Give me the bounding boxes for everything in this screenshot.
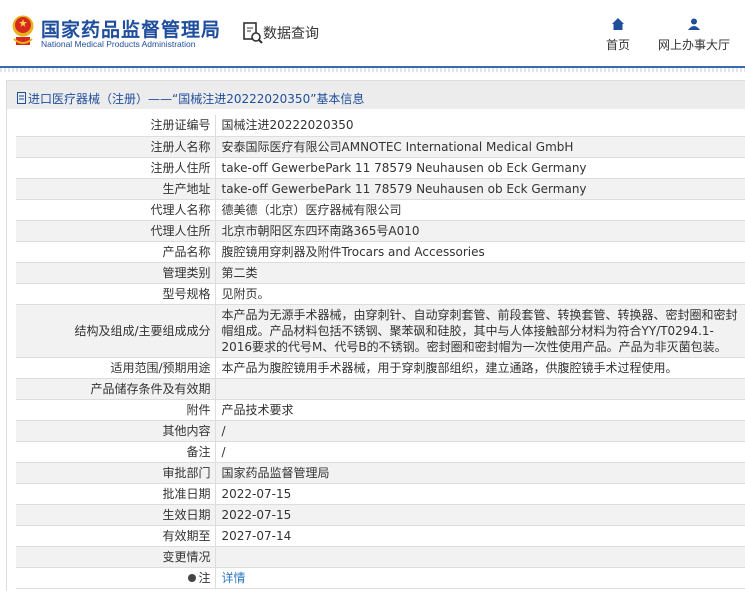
row-label: 注册证编号 <box>16 115 216 137</box>
row-label: 管理类别 <box>16 262 216 284</box>
row-label: 批准日期 <box>16 483 216 505</box>
row-value: 本产品为腹腔镜用手术器械，用于穿刺腹部组织，建立通路，供腹腔镜手术过程使用。 <box>215 357 745 379</box>
row-label: 有效期至 <box>16 525 216 547</box>
nav-home[interactable]: 首页 <box>606 18 630 53</box>
row-value: 安泰国际医疗有限公司AMNOTEC International Medical … <box>215 136 745 158</box>
table-row: 变更情况 <box>16 546 745 568</box>
table-row: 审批部门 国家药品监督管理局 <box>16 462 745 484</box>
row-value: 腹腔镜用穿刺器及附件Trocars and Accessories <box>215 241 745 263</box>
table-row: 附件 产品技术要求 <box>16 399 745 421</box>
row-value: take-off GewerbePark 11 78579 Neuhausen … <box>215 157 745 179</box>
home-icon <box>612 18 624 30</box>
row-value: 详情 <box>215 567 745 589</box>
table-row: 型号规格 见附页。 <box>16 283 745 305</box>
table-row: 代理人名称 德美德（北京）医疗器械有限公司 <box>16 199 745 221</box>
table-row: 注册人住所 take-off GewerbePark 11 78579 Neuha… <box>16 157 745 179</box>
row-label: 适用范围/预期用途 <box>16 357 216 379</box>
row-value: 第二类 <box>215 262 745 284</box>
table-row: 适用范围/预期用途 本产品为腹腔镜用手术器械，用于穿刺腹部组织，建立通路，供腹腔镜… <box>16 357 745 379</box>
site-header: 国家药品监督管理局 National Medical Products Admi… <box>0 0 745 72</box>
row-label: 产品名称 <box>16 241 216 263</box>
table-row: 代理人住所 北京市朝阳区东四环南路365号A010 <box>16 220 745 242</box>
user-icon <box>688 18 700 30</box>
row-label: 型号规格 <box>16 283 216 305</box>
logo-title: 国家药品监督管理局 <box>41 19 222 41</box>
page-title-text: 进口医疗器械（注册）——“国械注进20222020350”基本信息 <box>28 91 365 106</box>
table-row: 产品名称 腹腔镜用穿刺器及附件Trocars and Accessories <box>16 241 745 263</box>
table-row: 产品储存条件及有效期 <box>16 378 745 400</box>
row-label: 代理人名称 <box>16 199 216 221</box>
pin-icon <box>188 573 197 582</box>
row-value: 2022-07-15 <box>215 483 745 505</box>
row-label: 结构及组成/主要组成成分 <box>16 304 216 358</box>
table-row: 生效日期 2022-07-15 <box>16 504 745 526</box>
logo-subtitle: National Medical Products Administration <box>41 39 196 49</box>
row-label: 附件 <box>16 399 216 421</box>
table-row: 结构及组成/主要组成成分 本产品为无源手术器械，由穿刺针、自动穿刺套管、前段套管、… <box>16 304 745 358</box>
national-emblem-icon <box>12 15 34 45</box>
table-row-note: 注详情 <box>16 567 745 589</box>
table-row: 注册证编号 国械注进20222020350 <box>16 115 745 137</box>
details-link[interactable]: 详情 <box>222 571 246 585</box>
row-value: 本产品为无源手术器械，由穿刺针、自动穿刺套管、前段套管、转换套管、转换器、密封圈… <box>215 304 745 358</box>
row-label: 其他内容 <box>16 420 216 442</box>
row-value: 国家药品监督管理局 <box>215 462 745 484</box>
row-value: / <box>215 441 745 463</box>
row-label: 生产地址 <box>16 178 216 200</box>
nav-online-service-label: 网上办事大厅 <box>658 38 731 52</box>
row-value: 德美德（北京）医疗器械有限公司 <box>215 199 745 221</box>
row-label: 生效日期 <box>16 504 216 526</box>
row-value <box>215 378 745 400</box>
data-query-link[interactable]: 数据查询 <box>243 22 319 44</box>
row-value: take-off GewerbePark 11 78579 Neuhausen … <box>215 178 745 200</box>
table-row: 注册人名称 安泰国际医疗有限公司AMNOTEC International Med… <box>16 136 745 158</box>
row-label: 产品储存条件及有效期 <box>16 378 216 400</box>
detail-panel: 进口医疗器械（注册）——“国械注进20222020350”基本信息 注册证编号国… <box>6 80 745 591</box>
row-label: 变更情况 <box>16 546 216 568</box>
table-row: 管理类别 第二类 <box>16 262 745 284</box>
row-label: 注册人名称 <box>16 136 216 158</box>
row-value <box>215 546 745 568</box>
table-row: 备注 / <box>16 441 745 463</box>
search-document-icon <box>243 22 263 44</box>
row-value: / <box>215 420 745 442</box>
table-row: 有效期至 2027-07-14 <box>16 525 745 547</box>
document-icon <box>17 92 26 104</box>
row-value: 2027-07-14 <box>215 525 745 547</box>
data-query-label: 数据查询 <box>263 26 319 42</box>
row-value: 2022-07-15 <box>215 504 745 526</box>
row-label: 备注 <box>16 441 216 463</box>
table-row: 生产地址 take-off GewerbePark 11 78579 Neuhau… <box>16 178 745 200</box>
row-label: 注册人住所 <box>16 157 216 179</box>
row-value: 见附页。 <box>215 283 745 305</box>
nav-online-service[interactable]: 网上办事大厅 <box>658 18 730 53</box>
row-value: 北京市朝阳区东四环南路365号A010 <box>215 220 745 242</box>
table-row: 批准日期 2022-07-15 <box>16 483 745 505</box>
row-label: 注 <box>16 567 216 589</box>
row-value: 产品技术要求 <box>215 399 745 421</box>
info-table: 注册证编号 国械注进20222020350 注册人名称 安泰国际医疗有限公司AMNOT… <box>16 115 745 589</box>
row-value: 国械注进20222020350 <box>215 115 745 137</box>
note-label: 注 <box>198 570 211 585</box>
page-title: 进口医疗器械（注册）——“国械注进20222020350”基本信息 <box>7 81 745 109</box>
row-label: 代理人住所 <box>16 220 216 242</box>
table-row: 其他内容 / <box>16 420 745 442</box>
row-label: 审批部门 <box>16 462 216 484</box>
nav-home-label: 首页 <box>606 38 631 52</box>
